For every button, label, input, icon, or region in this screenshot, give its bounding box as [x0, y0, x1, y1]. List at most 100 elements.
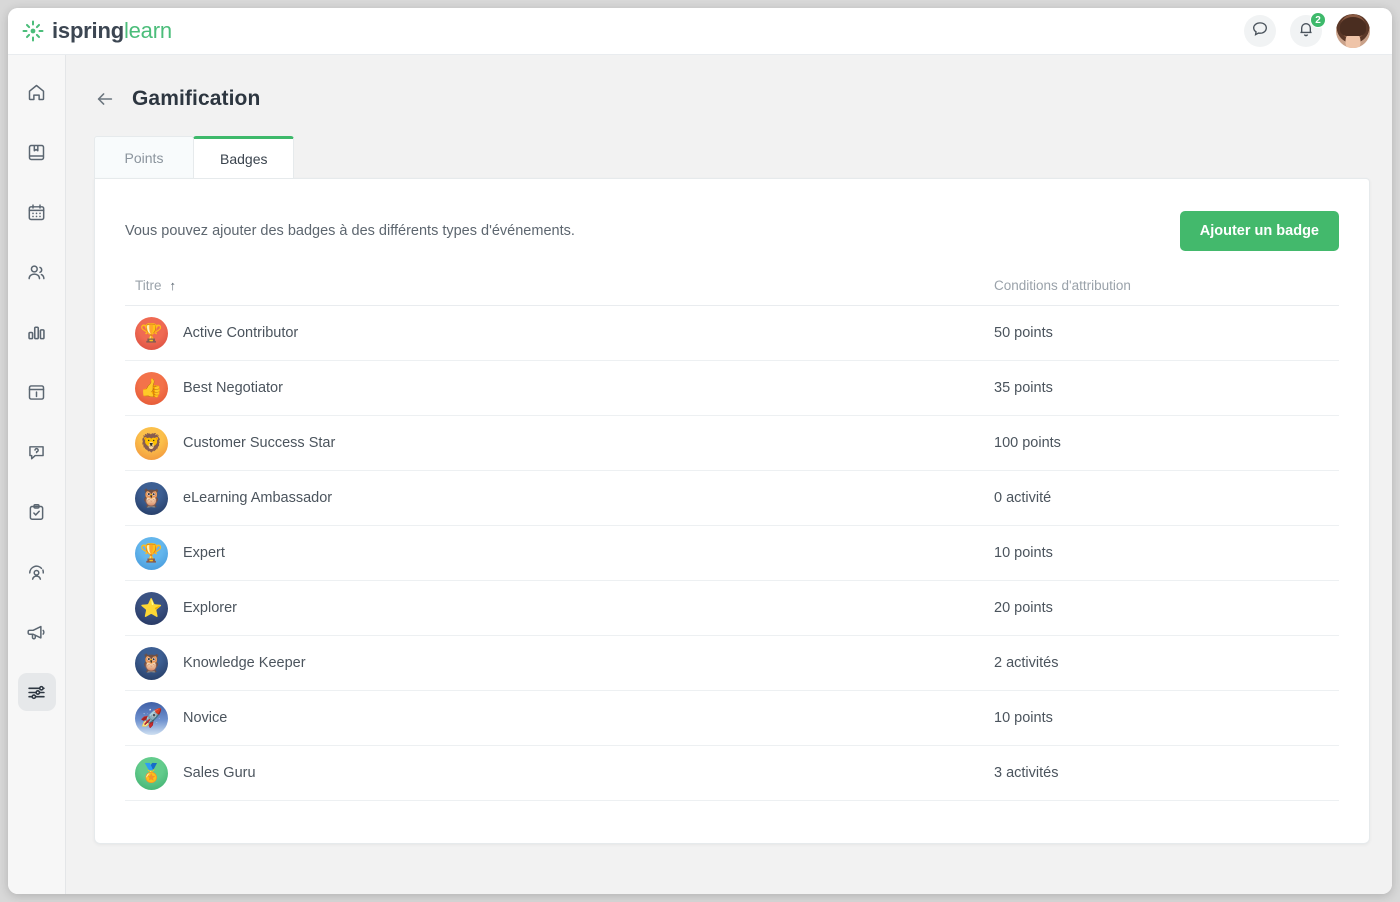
column-header-condition[interactable]: Conditions d'attribution: [994, 278, 1339, 306]
book-bookmark-icon: [26, 142, 47, 163]
brand-text: ispringlearn: [52, 18, 172, 44]
crowned-lion-badge-icon: 🦁: [135, 426, 168, 460]
table-row[interactable]: 🏅 Sales Guru 3 activités: [125, 745, 1339, 801]
table-row[interactable]: 🚀 Novice 10 points: [125, 690, 1339, 746]
sidebar-item-settings[interactable]: [17, 673, 56, 711]
cell-condition: 100 points: [994, 415, 1339, 471]
cell-condition: 0 activité: [994, 470, 1339, 526]
back-arrow-icon[interactable]: [94, 88, 116, 110]
table-row[interactable]: 🏆 Active Contributor 50 points: [125, 305, 1339, 361]
cell-condition: 20 points: [994, 580, 1339, 636]
ispring-logo-icon: [22, 20, 44, 42]
megaphone-icon: [26, 622, 47, 643]
cell-condition: 35 points: [994, 360, 1339, 416]
table-row[interactable]: 🦉 Knowledge Keeper 2 activités: [125, 635, 1339, 691]
sort-ascending-arrow-icon: ↑: [169, 278, 177, 293]
table-row[interactable]: 🦉 eLearning Ambassador 0 activité: [125, 470, 1339, 526]
gold-medal-badge-icon: 🏅: [135, 756, 168, 790]
rocket-badge-icon: 🚀: [135, 701, 168, 735]
shooting-star-badge-icon: ⭐: [135, 591, 168, 625]
clipboard-check-icon: [26, 502, 47, 523]
users-icon: [26, 262, 47, 283]
badge-title: eLearning Ambassador: [183, 490, 333, 506]
brand-name-secondary: learn: [123, 18, 172, 43]
sidebar-item-users[interactable]: [18, 253, 56, 291]
cell-condition: 50 points: [994, 305, 1339, 361]
thumbs-up-badge-icon: 👍: [135, 371, 168, 405]
card-footer-space: [125, 801, 1339, 835]
sidebar-item-tasks[interactable]: [18, 493, 56, 531]
brand-name-primary: ispring: [52, 18, 124, 43]
card-description: Vous pouvez ajouter des badges à des dif…: [125, 223, 575, 239]
badge-title: Best Negotiator: [183, 380, 283, 396]
sidebar-item-calendar[interactable]: [18, 193, 56, 231]
content-area: Gamification Points Badges Vous pouvez a…: [66, 55, 1392, 894]
info-panel-icon: [26, 382, 47, 403]
home-icon: [26, 82, 47, 103]
owl-badge-icon: 🦉: [135, 481, 168, 515]
app-window: ispringlearn 2 Gamification Points Badge…: [8, 8, 1392, 894]
badge-title: Explorer: [183, 600, 237, 616]
avatar[interactable]: [1336, 14, 1370, 48]
table-body: 🏆 Active Contributor 50 points 👍 Best Negoti…: [125, 305, 1339, 801]
badge-title: Novice: [183, 710, 228, 726]
table-row[interactable]: 👍 Best Negotiator 35 points: [125, 360, 1339, 416]
chat-button[interactable]: [1244, 15, 1276, 47]
badge-title: Expert: [183, 545, 225, 561]
table-row[interactable]: 🏆 Expert 10 points: [125, 525, 1339, 581]
sidebar-item-courses[interactable]: [18, 133, 56, 171]
cell-title: ⭐ Explorer: [125, 580, 994, 636]
tab-bar: Points Badges: [94, 136, 1392, 178]
badge-title: Knowledge Keeper: [183, 655, 306, 671]
chat-bubble-icon: [1251, 20, 1269, 43]
tab-points[interactable]: Points: [94, 136, 194, 178]
sliders-icon: [26, 682, 47, 703]
cell-title: 🏆 Active Contributor: [125, 305, 994, 361]
silver-cup-badge-icon: 🏆: [135, 536, 168, 570]
trophy-gem-badge-icon: 🏆: [135, 316, 168, 350]
page-title: Gamification: [132, 87, 261, 110]
owl-badge-icon: 🦉: [135, 646, 168, 680]
cell-title: 🚀 Novice: [125, 690, 994, 746]
badges-table: Titre ↑ Conditions d'attribution 🏆 Active…: [125, 278, 1339, 801]
cell-title: 🏅 Sales Guru: [125, 745, 994, 801]
sidebar-item-reports[interactable]: [18, 313, 56, 351]
sidebar-item-news[interactable]: [18, 373, 56, 411]
sidebar-item-support[interactable]: [18, 433, 56, 471]
table-header-row: Titre ↑ Conditions d'attribution: [125, 278, 1339, 306]
page-header: Gamification: [66, 55, 1392, 111]
notification-count-badge: 2: [1310, 12, 1326, 28]
sidebar: [8, 55, 66, 894]
calendar-icon: [26, 202, 47, 223]
cell-title: 🦉 eLearning Ambassador: [125, 470, 994, 526]
badge-title: Active Contributor: [183, 325, 299, 341]
sidebar-item-announcements[interactable]: [18, 613, 56, 651]
badges-card: Vous pouvez ajouter des badges à des dif…: [94, 178, 1370, 844]
notifications-button[interactable]: 2: [1290, 12, 1326, 47]
table-row[interactable]: 🦁 Customer Success Star 100 points: [125, 415, 1339, 471]
cell-title: 🦉 Knowledge Keeper: [125, 635, 994, 691]
table-row[interactable]: ⭐ Explorer 20 points: [125, 580, 1339, 636]
badge-title: Customer Success Star: [183, 435, 336, 451]
column-header-title[interactable]: Titre ↑: [125, 278, 994, 306]
cell-title: 🦁 Customer Success Star: [125, 415, 994, 471]
cell-condition: 10 points: [994, 525, 1339, 581]
column-header-title-label: Titre: [135, 278, 162, 293]
table-head: Titre ↑ Conditions d'attribution: [125, 278, 1339, 306]
bar-chart-icon: [26, 322, 47, 343]
badge-title: Sales Guru: [183, 765, 256, 781]
add-badge-button[interactable]: Ajouter un badge: [1179, 211, 1339, 251]
cell-title: 🏆 Expert: [125, 525, 994, 581]
cell-condition: 10 points: [994, 690, 1339, 746]
brand-logo[interactable]: ispringlearn: [22, 18, 172, 44]
top-bar-actions: 2: [1244, 12, 1370, 48]
user-gauge-icon: [26, 562, 47, 583]
cell-condition: 3 activités: [994, 745, 1339, 801]
cell-title: 👍 Best Negotiator: [125, 360, 994, 416]
sidebar-item-home[interactable]: [18, 73, 56, 111]
tab-badges[interactable]: Badges: [193, 136, 295, 178]
question-bubble-icon: [26, 442, 47, 463]
sidebar-item-performance[interactable]: [18, 553, 56, 591]
top-bar: ispringlearn 2: [8, 8, 1392, 55]
cell-condition: 2 activités: [994, 635, 1339, 691]
